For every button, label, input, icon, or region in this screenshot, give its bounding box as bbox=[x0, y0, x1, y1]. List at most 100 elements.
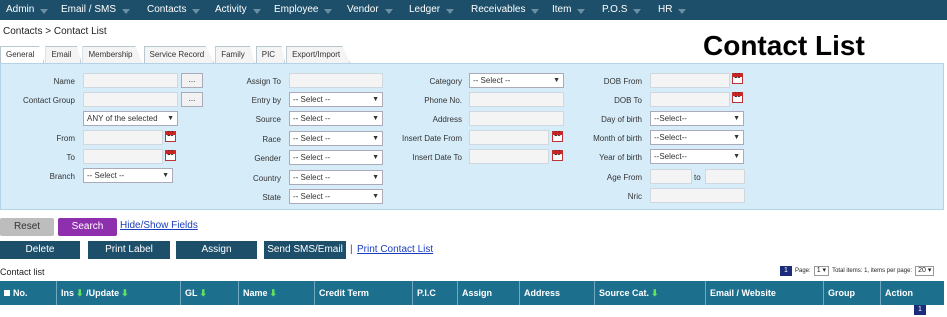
phone-field[interactable] bbox=[469, 92, 564, 107]
dob-to-field[interactable] bbox=[650, 92, 730, 107]
assign-to-label: Assign To bbox=[246, 77, 281, 86]
address-field[interactable] bbox=[469, 111, 564, 126]
col-address[interactable]: Address bbox=[520, 281, 595, 305]
nric-label: Nric bbox=[627, 192, 642, 201]
hide-show-fields-link[interactable]: Hide/Show Fields bbox=[120, 220, 198, 231]
page-title: Contact List bbox=[703, 30, 865, 61]
col-group[interactable]: Group bbox=[824, 281, 881, 305]
nav-ledger[interactable]: Ledger bbox=[403, 0, 465, 20]
chevron-down-icon bbox=[192, 8, 201, 14]
calendar-icon[interactable]: 10 bbox=[165, 150, 176, 161]
contact-group-browse-button[interactable]: ... bbox=[181, 92, 203, 107]
name-browse-button[interactable]: ... bbox=[181, 73, 203, 88]
col-ins-update[interactable]: Ins ⬇ /Update ⬇ bbox=[57, 281, 181, 305]
age-to-field[interactable] bbox=[705, 169, 745, 184]
col-assign[interactable]: Assign bbox=[458, 281, 520, 305]
state-select[interactable]: -- Select -- ▼ bbox=[289, 189, 383, 204]
nav-receivables[interactable]: Receivables bbox=[465, 0, 546, 20]
sort-down-icon: ⬇ bbox=[199, 288, 208, 298]
state-label: State bbox=[262, 193, 281, 202]
col-label: Assign bbox=[462, 288, 493, 298]
branch-select[interactable]: -- Select -- ▼ bbox=[83, 168, 173, 183]
col-label: Name bbox=[243, 288, 268, 298]
select-all-checkbox[interactable] bbox=[4, 290, 10, 296]
tab-family[interactable]: Family bbox=[215, 46, 255, 63]
send-sms-email-button[interactable]: Send SMS/Email bbox=[264, 241, 346, 259]
day-of-birth-select[interactable]: --Select-- ▼ bbox=[650, 111, 744, 126]
year-of-birth-select[interactable]: --Select-- ▼ bbox=[650, 149, 744, 164]
pager: 1 Page: 1 ▾ Total items: 1, items per pa… bbox=[780, 266, 935, 276]
insert-date-from-field[interactable] bbox=[469, 130, 549, 145]
contact-group-field[interactable] bbox=[83, 92, 178, 107]
assign-to-field[interactable] bbox=[289, 73, 383, 88]
table-header: No. Ins ⬇ /Update ⬇ GL ⬇ Name ⬇ Credit Term … bbox=[0, 281, 944, 305]
col-label: Credit Term bbox=[319, 288, 369, 298]
race-select[interactable]: -- Select -- ▼ bbox=[289, 131, 383, 146]
col-gl[interactable]: GL ⬇ bbox=[181, 281, 239, 305]
country-select[interactable]: -- Select -- ▼ bbox=[289, 170, 383, 185]
dob-from-field[interactable] bbox=[650, 73, 730, 88]
nav-pos[interactable]: P.O.S bbox=[596, 0, 652, 20]
chevron-down-icon bbox=[678, 8, 687, 14]
current-page-button[interactable]: 1 bbox=[780, 266, 792, 276]
to-date-field[interactable] bbox=[83, 149, 163, 164]
per-page-select[interactable]: 20 ▾ bbox=[915, 266, 935, 276]
col-action[interactable]: Action bbox=[881, 281, 944, 305]
nav-admin[interactable]: Admin bbox=[0, 0, 55, 20]
tab-membership[interactable]: Membership bbox=[82, 46, 143, 63]
entry-by-select[interactable]: -- Select -- ▼ bbox=[289, 92, 383, 107]
chevron-down-icon bbox=[122, 8, 131, 14]
source-select[interactable]: -- Select -- ▼ bbox=[289, 111, 383, 126]
col-credit-term[interactable]: Credit Term bbox=[315, 281, 413, 305]
category-select[interactable]: -- Select -- ▼ bbox=[469, 73, 564, 88]
tab-service-record[interactable]: Service Record bbox=[143, 46, 215, 63]
assign-button[interactable]: Assign bbox=[176, 241, 257, 259]
gender-select[interactable]: -- Select -- ▼ bbox=[289, 150, 383, 165]
nric-field[interactable] bbox=[650, 188, 745, 203]
group-match-select[interactable]: ANY of the selected ▼ bbox=[83, 111, 178, 126]
reset-button[interactable]: Reset bbox=[0, 218, 54, 236]
nav-vendor[interactable]: Vendor bbox=[341, 0, 403, 20]
name-field[interactable] bbox=[83, 73, 178, 88]
top-nav: Admin Email / SMS Contacts Activity Empl… bbox=[0, 0, 947, 20]
age-from-field[interactable] bbox=[650, 169, 692, 184]
col-pic[interactable]: P.I.C bbox=[413, 281, 458, 305]
nav-activity[interactable]: Activity bbox=[209, 0, 268, 20]
col-no[interactable]: No. bbox=[0, 281, 57, 305]
col-label: /Update bbox=[86, 288, 120, 298]
tab-general[interactable]: General bbox=[0, 46, 45, 63]
print-contact-list-link[interactable]: Print Contact List bbox=[357, 244, 433, 255]
sort-down-icon: ⬇ bbox=[121, 288, 129, 298]
category-value: -- Select -- bbox=[473, 76, 511, 85]
bottom-page-button[interactable]: 1 bbox=[914, 305, 926, 315]
search-button[interactable]: Search bbox=[58, 218, 117, 236]
dropdown-arrow-icon: ▼ bbox=[372, 154, 379, 161]
nav-email-sms[interactable]: Email / SMS bbox=[55, 0, 141, 20]
nav-contacts[interactable]: Contacts bbox=[141, 0, 209, 20]
nav-label: Admin bbox=[6, 4, 35, 15]
from-date-field[interactable] bbox=[83, 130, 163, 145]
col-label: No. bbox=[13, 288, 28, 298]
calendar-icon[interactable]: 10 bbox=[732, 92, 743, 103]
col-source-cat[interactable]: Source Cat. ⬇ bbox=[595, 281, 706, 305]
nav-hr[interactable]: HR bbox=[652, 0, 697, 20]
nav-label: Item bbox=[552, 4, 572, 15]
nav-item[interactable]: Item bbox=[546, 0, 596, 20]
delete-button[interactable]: Delete bbox=[0, 241, 80, 259]
month-of-birth-select[interactable]: --Select-- ▼ bbox=[650, 130, 744, 145]
nav-label: Employee bbox=[274, 4, 319, 15]
print-label-button[interactable]: Print Label bbox=[88, 241, 170, 259]
tab-email[interactable]: Email bbox=[45, 46, 82, 63]
tab-export-import[interactable]: Export/Import bbox=[286, 46, 351, 63]
page-select[interactable]: 1 ▾ bbox=[813, 266, 830, 276]
dob-to-label: DOB To bbox=[614, 96, 642, 105]
col-email-website[interactable]: Email / Website bbox=[706, 281, 824, 305]
calendar-icon[interactable]: 10 bbox=[732, 73, 743, 84]
tab-pic[interactable]: PIC bbox=[255, 46, 286, 63]
col-name[interactable]: Name ⬇ bbox=[239, 281, 315, 305]
total-items-text: Total items: 1, items per page: bbox=[832, 268, 913, 274]
dropdown-arrow-icon: ▼ bbox=[372, 96, 379, 103]
insert-date-to-field[interactable] bbox=[469, 149, 549, 164]
calendar-icon[interactable]: 10 bbox=[165, 131, 176, 142]
nav-employee[interactable]: Employee bbox=[268, 0, 341, 20]
